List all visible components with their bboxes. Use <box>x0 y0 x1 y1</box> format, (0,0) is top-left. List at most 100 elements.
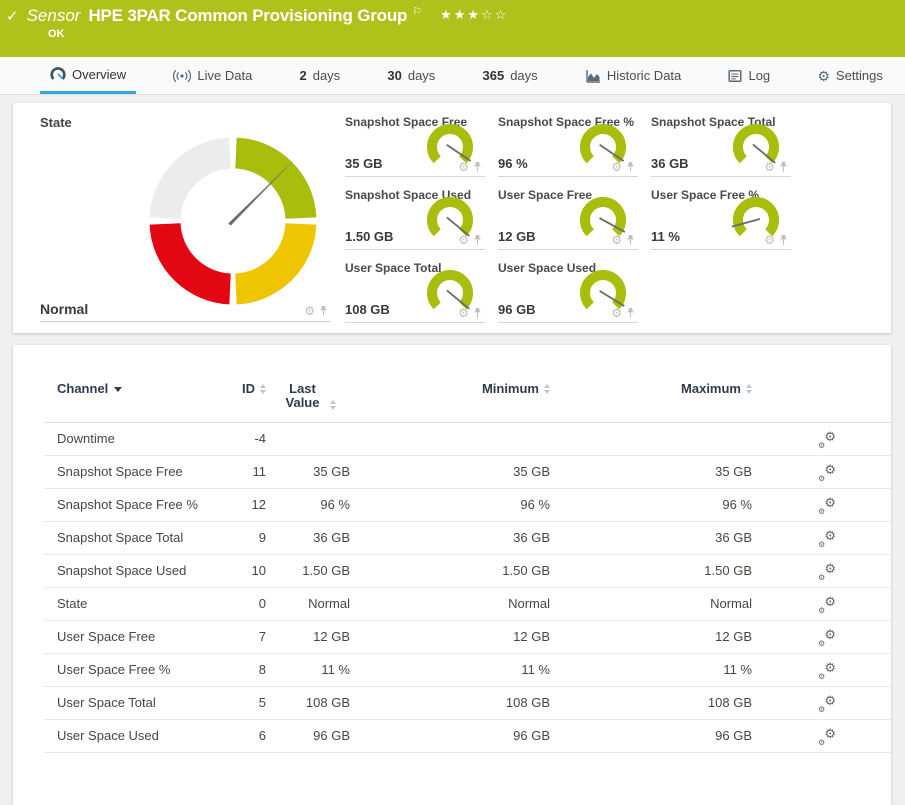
gear-icon[interactable]: ⚙ <box>611 161 622 173</box>
channel-settings-gears-icon[interactable]: ⚙ ⚙ <box>818 528 836 549</box>
flag-icon[interactable]: ⚐ <box>412 5 422 18</box>
tab-live-data[interactable]: Live Data <box>163 57 262 94</box>
priority-stars[interactable]: ★★★☆☆ <box>440 7 508 23</box>
star-filled-icon[interactable]: ★ <box>440 7 454 22</box>
channel-settings-gears-icon[interactable]: ⚙ ⚙ <box>818 594 836 615</box>
channel-table-row[interactable]: User Space Total 5 108 GB 108 GB 108 GB … <box>44 687 891 720</box>
channel-last-value: 11 % <box>321 662 350 677</box>
pin-icon[interactable] <box>626 161 635 173</box>
channel-last-value: 35 GB <box>313 464 350 479</box>
channel-maximum: 1.50 GB <box>704 563 752 578</box>
channel-maximum: 11 % <box>723 662 752 677</box>
channel-table-row[interactable]: Snapshot Space Total 9 36 GB 36 GB 36 GB… <box>44 522 891 555</box>
mini-gauge-cell: User Space Free % 11 % ⚙ <box>651 188 791 250</box>
channel-id: 10 <box>251 563 266 578</box>
channel-name: Snapshot Space Free <box>57 464 183 479</box>
channel-settings-gears-icon[interactable]: ⚙ ⚙ <box>818 462 836 483</box>
channel-id: 8 <box>258 662 266 677</box>
pin-icon[interactable] <box>473 234 482 246</box>
pin-icon[interactable] <box>626 234 635 246</box>
channel-maximum <box>550 423 752 455</box>
tab-overview[interactable]: Overview <box>40 57 137 94</box>
mini-gauge-cell: Snapshot Space Total 36 GB ⚙ <box>651 115 791 177</box>
channel-name: User Space Total <box>57 695 156 710</box>
channel-table-panel: Channel ID Last Value Minimum Maximum Do… <box>13 345 891 805</box>
channel-last-value: 36 GB <box>313 530 350 545</box>
channel-settings-gears-icon[interactable]: ⚙ ⚙ <box>818 495 836 516</box>
channel-name: Snapshot Space Total <box>57 530 184 545</box>
mini-gauge-cell: Snapshot Space Free 35 GB ⚙ <box>345 115 485 177</box>
caret-down-icon <box>114 387 123 392</box>
pin-icon[interactable] <box>779 161 788 173</box>
channel-table-header: Channel ID Last Value Minimum Maximum <box>44 345 891 423</box>
channel-maximum: 35 GB <box>715 464 752 479</box>
channel-minimum: 96 GB <box>513 728 550 743</box>
gear-icon[interactable]: ⚙ <box>611 307 622 319</box>
channel-table-body: Downtime -4 ⚙ ⚙ Snapshot Space Free 11 35… <box>13 423 891 753</box>
mini-gauge-cell: Snapshot Space Used 1.50 GB ⚙ <box>345 188 485 250</box>
channel-id: 9 <box>258 530 266 545</box>
channel-minimum: 108 GB <box>505 695 550 710</box>
pin-icon[interactable] <box>626 307 635 319</box>
tab-log[interactable]: Log <box>718 57 780 94</box>
channel-settings-gears-icon[interactable]: ⚙ ⚙ <box>818 627 836 648</box>
channel-last-value <box>266 423 350 455</box>
channel-minimum: 96 % <box>520 497 550 512</box>
channel-table-row[interactable]: Snapshot Space Used 10 1.50 GB 1.50 GB 1… <box>44 555 891 588</box>
star-filled-icon[interactable]: ★ <box>467 7 481 22</box>
tab-2-days[interactable]: 2 days <box>289 57 350 94</box>
column-header-maximum[interactable]: Maximum <box>550 382 752 396</box>
channel-id: 11 <box>252 464 267 479</box>
channel-table-row[interactable]: User Space Used 6 96 GB 96 GB 96 GB ⚙ ⚙ <box>44 720 891 753</box>
pin-icon[interactable] <box>473 307 482 319</box>
channel-maximum: 108 GB <box>707 695 752 710</box>
tab-365-days[interactable]: 365 days <box>473 57 548 94</box>
mini-gauge-value: 96 % <box>498 156 528 171</box>
channel-settings-gears-icon[interactable]: ⚙ ⚙ <box>818 693 836 714</box>
column-header-minimum[interactable]: Minimum <box>350 382 550 396</box>
channel-minimum <box>350 423 550 455</box>
pin-icon[interactable] <box>779 234 788 246</box>
sort-icon <box>746 384 752 394</box>
tab-30-days[interactable]: 30 days <box>377 57 445 94</box>
gear-icon[interactable]: ⚙ <box>764 161 775 173</box>
column-header-id[interactable]: ID <box>199 382 266 396</box>
page-title: HPE 3PAR Common Provisioning Group <box>88 6 408 25</box>
pin-icon[interactable] <box>473 161 482 173</box>
tab-settings[interactable]: ⚙ Settings <box>807 57 893 94</box>
channel-table-row[interactable]: Snapshot Space Free % 12 96 % 96 % 96 % … <box>44 489 891 522</box>
channel-minimum: 35 GB <box>513 464 550 479</box>
channel-table-row[interactable]: Snapshot Space Free 11 35 GB 35 GB 35 GB… <box>44 456 891 489</box>
star-empty-icon[interactable]: ☆ <box>495 7 509 22</box>
mini-gauge-value: 12 GB <box>498 229 536 244</box>
star-empty-icon[interactable]: ☆ <box>481 7 495 22</box>
channel-id: 6 <box>258 728 266 743</box>
channel-table-row[interactable]: State 0 Normal Normal Normal ⚙ ⚙ <box>44 588 891 621</box>
gear-icon[interactable]: ⚙ <box>764 234 775 246</box>
mini-gauge-value: 96 GB <box>498 302 536 317</box>
channel-maximum: 96 GB <box>715 728 752 743</box>
sensor-status-badge: OK <box>48 28 65 40</box>
channel-table-row[interactable]: Downtime -4 ⚙ ⚙ <box>44 423 891 456</box>
channel-table-row[interactable]: User Space Free 7 12 GB 12 GB 12 GB ⚙ ⚙ <box>44 621 891 654</box>
gear-icon: ⚙ <box>817 67 830 84</box>
channel-name: User Space Used <box>57 728 159 743</box>
channel-settings-gears-icon[interactable]: ⚙ ⚙ <box>818 660 836 681</box>
gear-icon[interactable]: ⚙ <box>458 234 469 246</box>
gear-icon[interactable]: ⚙ <box>611 234 622 246</box>
channel-settings-gears-icon[interactable]: ⚙ ⚙ <box>818 561 836 582</box>
channel-table-row[interactable]: User Space Free % 8 11 % 11 % 11 % ⚙ ⚙ <box>44 654 891 687</box>
gauges-panel: State Normal ⚙ Snapshot Space Free 35 GB… <box>13 103 891 333</box>
mini-gauge-value: 35 GB <box>345 156 383 171</box>
star-filled-icon[interactable]: ★ <box>454 7 468 22</box>
channel-id: -4 <box>254 431 266 446</box>
channel-settings-gears-icon[interactable]: ⚙ ⚙ <box>818 429 836 450</box>
gear-icon[interactable]: ⚙ <box>458 161 469 173</box>
channel-settings-gears-icon[interactable]: ⚙ ⚙ <box>818 726 836 747</box>
tab-historic-data[interactable]: Historic Data <box>575 57 691 94</box>
gear-icon[interactable]: ⚙ <box>458 307 469 319</box>
channel-id: 0 <box>258 596 266 611</box>
column-header-channel[interactable]: Channel <box>57 382 199 396</box>
column-header-last-value[interactable]: Last Value <box>266 382 350 410</box>
channel-name: State <box>57 596 88 611</box>
